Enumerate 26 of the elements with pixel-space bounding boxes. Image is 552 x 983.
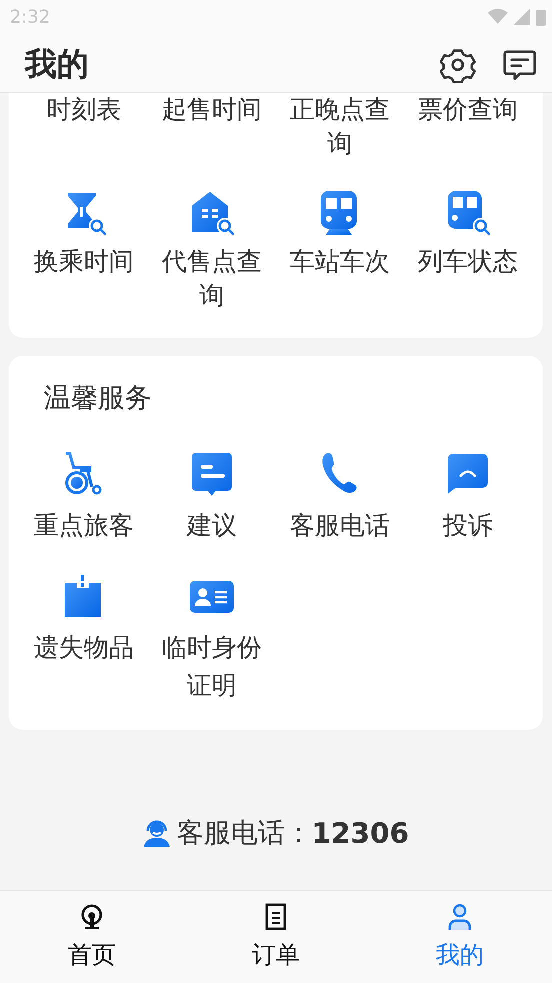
service-label[interactable]: 遗失物品 xyxy=(34,629,134,667)
tab[interactable]: 首页 xyxy=(0,891,184,983)
service-label[interactable]: 列车状态 xyxy=(418,245,518,279)
service-label[interactable]: 代售点查询 xyxy=(159,245,265,313)
hotline-label: 客服电话： xyxy=(176,817,312,851)
headset-icon xyxy=(142,819,171,847)
page-title: 我的 xyxy=(25,44,89,85)
service-label[interactable]: 临时身份证明 xyxy=(159,629,265,705)
service-label[interactable]: 起售时间 xyxy=(162,93,262,127)
service-label[interactable]: 换乘时间 xyxy=(34,245,134,279)
service-label[interactable]: 车站车次 xyxy=(290,245,390,279)
settings-icon[interactable] xyxy=(440,47,476,83)
wifi-icon xyxy=(488,9,508,25)
tab[interactable]: 我的 xyxy=(368,891,552,983)
service-label[interactable]: 客服电话 xyxy=(290,507,390,545)
signal-icon xyxy=(514,9,530,25)
service-label[interactable]: 重点旅客 xyxy=(34,507,134,545)
service-label[interactable]: 建议 xyxy=(187,507,237,545)
service-label[interactable]: 票价查询 xyxy=(418,93,518,127)
service-label[interactable]: 时刻表 xyxy=(46,93,122,127)
tab[interactable]: 订单 xyxy=(184,891,368,983)
hotline-number[interactable]: 12306 xyxy=(312,816,410,850)
battery-icon xyxy=(536,8,546,26)
service-label[interactable]: 正晚点查询 xyxy=(287,93,393,161)
service-label[interactable]: 投诉 xyxy=(443,507,493,545)
section-title: 温馨服务 xyxy=(43,382,153,416)
